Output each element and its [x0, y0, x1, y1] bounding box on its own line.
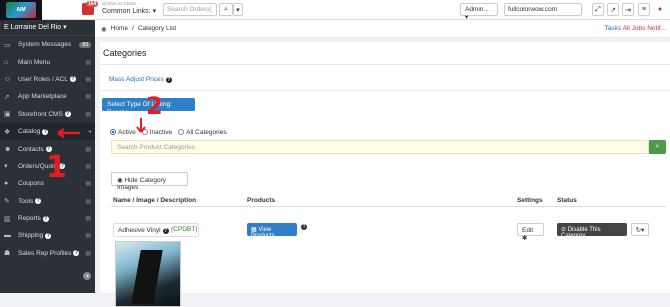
annotation-overlay	[57, 118, 146, 139]
annotation-number-two: 2	[146, 92, 163, 120]
annotation-number-one: 1	[46, 150, 67, 185]
